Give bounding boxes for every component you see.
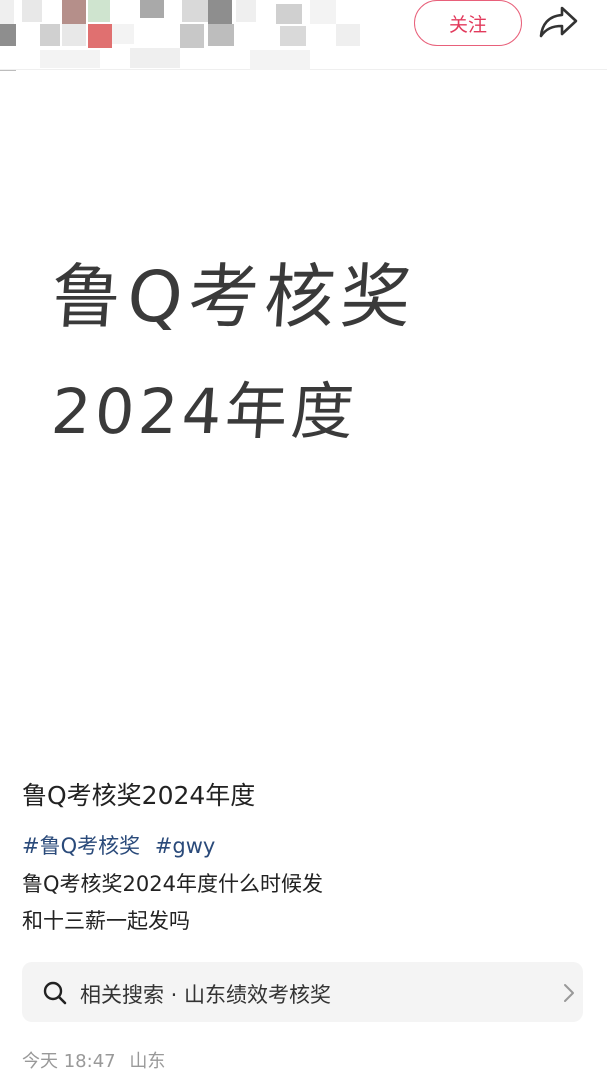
mosaic-cell xyxy=(112,24,134,44)
mosaic-cell xyxy=(0,0,14,24)
mosaic-cell xyxy=(310,0,336,24)
post-meta: 今天 18:47 山东 xyxy=(22,1047,173,1073)
mosaic-cell xyxy=(0,24,16,46)
mosaic-cell xyxy=(130,48,180,68)
search-icon xyxy=(42,980,68,1006)
share-icon[interactable] xyxy=(536,2,582,42)
post-time: 今天 18:47 xyxy=(22,1051,116,1072)
mosaic-cell xyxy=(88,0,110,22)
mosaic-cell xyxy=(140,0,164,18)
mosaic-cell xyxy=(40,50,100,68)
mosaic-cell xyxy=(182,0,208,22)
mosaic-cell xyxy=(208,0,232,24)
post-body-line: 和十三薪一起发吗 xyxy=(22,909,190,933)
mosaic-cell xyxy=(62,24,86,46)
hashtag-link[interactable]: #gwy xyxy=(155,834,216,858)
hashtag-link[interactable]: #鲁Q考核奖 xyxy=(22,834,140,858)
post-location: 山东 xyxy=(129,1051,166,1072)
image-text-line-2: 2024年度 xyxy=(49,375,360,448)
mosaic-cell xyxy=(208,24,234,46)
mosaic-cell xyxy=(236,0,256,22)
blurred-author-info[interactable] xyxy=(0,0,380,74)
post-image[interactable]: 鲁Q考核奖 2024年度 xyxy=(0,71,607,761)
mosaic-cell xyxy=(280,26,306,46)
mosaic-cell xyxy=(40,24,60,46)
mosaic-cell xyxy=(62,0,86,24)
post-body-line: 鲁Q考核奖2024年度什么时候发 xyxy=(22,872,323,896)
mosaic-cell xyxy=(88,24,112,48)
mosaic-cell xyxy=(22,0,42,22)
mosaic-cell xyxy=(336,24,360,46)
hashtag-list: #鲁Q考核奖 #gwy xyxy=(22,830,223,860)
mosaic-cell xyxy=(250,50,310,70)
post-title: 鲁Q考核奖2024年度 xyxy=(22,781,256,810)
follow-button[interactable]: 关注 xyxy=(414,0,522,46)
mosaic-cell xyxy=(276,4,302,24)
mosaic-cell xyxy=(180,24,204,48)
related-search-label: 相关搜索 · 山东绩效考核奖 xyxy=(80,983,332,1007)
related-search-bar[interactable]: 相关搜索 · 山东绩效考核奖 xyxy=(22,962,583,1022)
chevron-right-icon xyxy=(562,982,576,1004)
top-bar: 关注 xyxy=(0,0,607,74)
image-text-line-1: 鲁Q考核奖 xyxy=(48,256,420,338)
